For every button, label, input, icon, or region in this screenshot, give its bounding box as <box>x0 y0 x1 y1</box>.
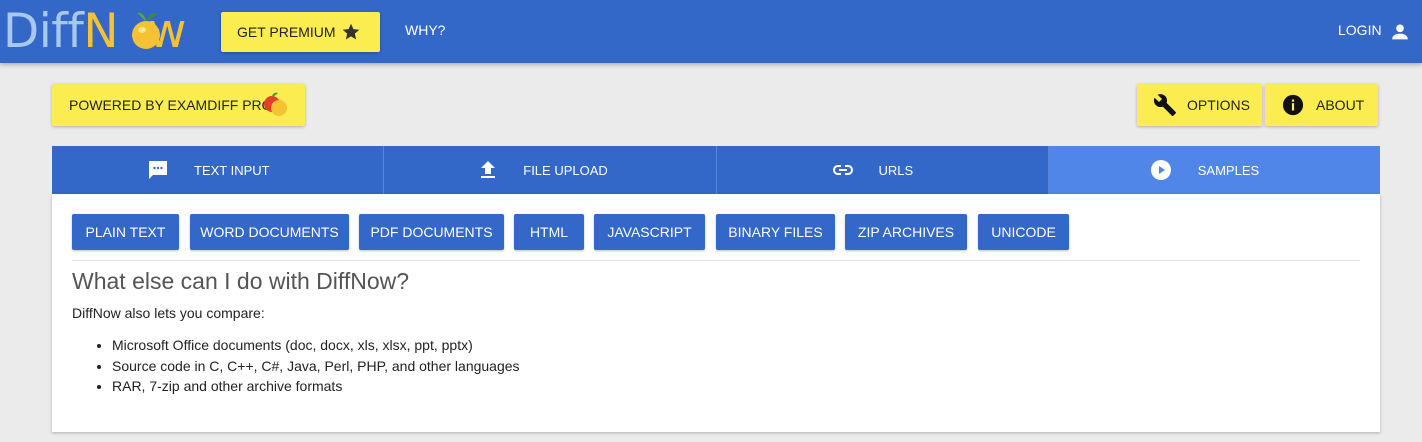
why-link[interactable]: WHY? <box>405 22 445 38</box>
binary-files-sample-button[interactable]: BINARY FILES <box>716 214 835 250</box>
section-heading: What else can I do with DiffNow? <box>72 268 410 294</box>
tab-urls-label: URLS <box>878 162 914 178</box>
plain-text-sample-button[interactable]: PLAIN TEXT <box>72 214 179 250</box>
get-premium-label: GET PREMIUM <box>237 24 336 40</box>
unicode-sample-button[interactable]: UNICODE <box>978 214 1069 250</box>
person-icon[interactable] <box>1389 21 1411 43</box>
get-premium-button[interactable]: GET PREMIUM <box>221 12 380 52</box>
pdf-documents-sample-button[interactable]: PDF DOCUMENTS <box>359 214 504 250</box>
info-icon <box>1282 94 1304 116</box>
options-label: OPTIONS <box>1187 97 1251 113</box>
intro-text: DiffNow also lets you compare: <box>72 305 265 321</box>
list-item: Source code in C, C++, C#, Java, Perl, P… <box>112 356 520 377</box>
chat-icon <box>149 161 167 179</box>
play-circle-icon <box>1150 160 1171 180</box>
javascript-sample-button[interactable]: JAVASCRIPT <box>594 214 705 250</box>
wrench-icon <box>1153 94 1176 116</box>
samples-panel: PLAIN TEXT WORD DOCUMENTS PDF DOCUMENTS … <box>52 194 1380 432</box>
tab-file-upload[interactable]: FILE UPLOAD <box>384 146 717 194</box>
powered-by-examdiff-button[interactable]: POWERED BY EXAMDIFF PRO <box>52 84 305 126</box>
zip-archives-sample-button[interactable]: ZIP ARCHIVES <box>845 214 967 250</box>
options-button[interactable]: OPTIONS <box>1137 84 1262 126</box>
star-icon <box>342 23 360 40</box>
lemon-logo-icon <box>132 12 160 49</box>
top-bar: DiffN w GET PREMIUM WHY? LOGIN <box>0 0 1422 63</box>
input-tabs: TEXT INPUT FILE UPLOAD URLS SAMPLES <box>52 146 1380 194</box>
upload-icon <box>481 161 496 178</box>
feature-list: Microsoft Office documents (doc, docx, x… <box>72 335 520 397</box>
about-label: ABOUT <box>1316 97 1365 113</box>
tab-text-input-label: TEXT INPUT <box>194 162 270 178</box>
tab-samples[interactable]: SAMPLES <box>1048 146 1380 194</box>
login-link[interactable]: LOGIN <box>1338 22 1382 38</box>
html-sample-button[interactable]: HTML <box>514 214 584 250</box>
powered-by-label: POWERED BY EXAMDIFF PRO <box>69 97 273 113</box>
link-icon <box>832 165 853 175</box>
tab-urls[interactable]: URLS <box>716 146 1049 194</box>
fruit-icon <box>264 92 287 116</box>
word-documents-sample-button[interactable]: WORD DOCUMENTS <box>190 214 349 250</box>
tab-text-input[interactable]: TEXT INPUT <box>52 146 385 194</box>
list-item: Microsoft Office documents (doc, docx, x… <box>112 335 520 356</box>
tab-file-upload-label: FILE UPLOAD <box>523 162 608 178</box>
list-item: RAR, 7-zip and other archive formats <box>112 376 520 397</box>
tab-samples-label: SAMPLES <box>1197 162 1260 178</box>
about-button[interactable]: ABOUT <box>1265 84 1378 126</box>
divider <box>72 260 1360 261</box>
